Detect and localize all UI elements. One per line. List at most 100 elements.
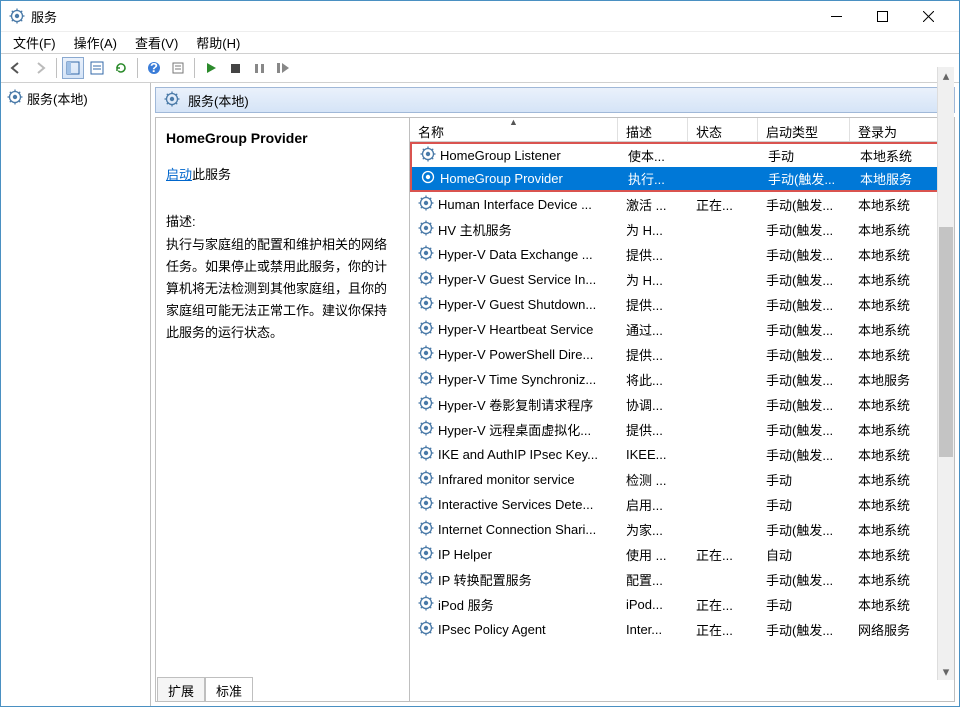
service-row[interactable]: IP Helper使用 ...正在...自动本地系统 — [410, 542, 954, 567]
service-row[interactable]: Hyper-V 远程桌面虚拟化...提供...手动(触发...本地系统 — [410, 417, 954, 442]
minimize-button[interactable] — [813, 1, 859, 31]
service-row[interactable]: HomeGroup Provider执行...手动(触发...本地服务 — [410, 167, 954, 192]
gear-icon — [420, 169, 436, 188]
tree-item-services-local[interactable]: 服务(本地) — [1, 87, 150, 110]
gear-icon — [164, 91, 180, 110]
service-row[interactable]: HV 主机服务为 H...手动(触发...本地系统 — [410, 217, 954, 242]
scroll-down-icon[interactable]: ▾ — [938, 663, 954, 680]
service-start-type: 手动 — [758, 470, 850, 489]
content-pane: 服务(本地) HomeGroup Provider 启动此服务 描述: 执行与家… — [151, 83, 959, 706]
gear-icon — [418, 395, 434, 414]
tab-extended[interactable]: 扩展 — [157, 677, 205, 702]
service-start-type: 手动(触发... — [758, 295, 850, 314]
app-gear-icon — [9, 8, 25, 24]
service-row[interactable]: Hyper-V Heartbeat Service通过...手动(触发...本地… — [410, 317, 954, 342]
service-desc: 执行... — [620, 169, 690, 188]
col-name[interactable]: 名称▲ — [410, 118, 618, 141]
service-start-type: 手动(触发... — [758, 245, 850, 264]
service-row[interactable]: iPod 服务iPod...正在...手动本地系统 — [410, 592, 954, 617]
description-label: 描述: — [166, 211, 399, 230]
service-desc: 使用 ... — [618, 545, 688, 564]
service-name: Hyper-V 远程桌面虚拟化... — [438, 420, 591, 439]
restart-service-button[interactable] — [272, 57, 294, 79]
service-start-type: 手动(触发... — [758, 445, 850, 464]
scroll-up-icon[interactable]: ▴ — [938, 67, 954, 84]
service-name: Hyper-V Time Synchroniz... — [438, 372, 596, 387]
menu-view[interactable]: 查看(V) — [127, 31, 186, 54]
service-name: Human Interface Device ... — [438, 197, 592, 212]
menu-action[interactable]: 操作(A) — [66, 31, 125, 54]
content-header-title: 服务(本地) — [188, 91, 249, 110]
gear-icon — [418, 495, 434, 514]
column-headers: 名称▲ 描述 状态 启动类型 登录为 — [410, 118, 954, 142]
service-name: Hyper-V 卷影复制请求程序 — [438, 395, 593, 414]
service-desc: 提供... — [618, 420, 688, 439]
gear-icon — [418, 620, 434, 639]
col-desc[interactable]: 描述 — [618, 118, 688, 141]
window-title: 服务 — [31, 7, 813, 26]
service-name: IP 转换配置服务 — [438, 570, 532, 589]
service-name: IP Helper — [438, 547, 492, 562]
service-start-type: 手动(触发... — [758, 395, 850, 414]
refresh-button[interactable] — [110, 57, 132, 79]
start-service-button[interactable] — [200, 57, 222, 79]
maximize-button[interactable] — [859, 1, 905, 31]
nav-back-button[interactable] — [5, 57, 27, 79]
service-row[interactable]: HomeGroup Listener使本...手动本地系统 — [410, 142, 954, 167]
scroll-thumb[interactable] — [939, 227, 953, 457]
service-list-pane: 名称▲ 描述 状态 启动类型 登录为 HomeGroup Listener使本.… — [410, 118, 954, 701]
service-row[interactable]: IP 转换配置服务配置...手动(触发...本地系统 — [410, 567, 954, 592]
gear-icon — [418, 570, 434, 589]
service-name: Hyper-V Guest Shutdown... — [438, 297, 596, 312]
service-row[interactable]: Hyper-V Data Exchange ...提供...手动(触发...本地… — [410, 242, 954, 267]
nav-forward-button[interactable] — [29, 57, 51, 79]
gear-icon — [418, 520, 434, 539]
col-status[interactable]: 状态 — [688, 118, 758, 141]
menu-file[interactable]: 文件(F) — [5, 31, 64, 54]
main-split: 服务(本地) 服务(本地) HomeGroup Provider 启动此服务 描… — [1, 83, 959, 706]
service-row[interactable]: Interactive Services Dete...启用...手动本地系统 — [410, 492, 954, 517]
gear-icon — [418, 245, 434, 264]
service-start-type: 手动(触发... — [758, 620, 850, 639]
tab-standard[interactable]: 标准 — [205, 677, 253, 702]
service-row[interactable]: Hyper-V Time Synchroniz...将此...手动(触发...本… — [410, 367, 954, 392]
service-row[interactable]: IPsec Policy AgentInter...正在...手动(触发...网… — [410, 617, 954, 642]
service-row[interactable]: Hyper-V PowerShell Dire...提供...手动(触发...本… — [410, 342, 954, 367]
stop-service-button[interactable] — [224, 57, 246, 79]
pause-service-button[interactable] — [248, 57, 270, 79]
service-desc: 协调... — [618, 395, 688, 414]
service-desc: 激活 ... — [618, 195, 688, 214]
service-name: Hyper-V Data Exchange ... — [438, 247, 593, 262]
service-row[interactable]: Infrared monitor service检测 ...手动本地系统 — [410, 467, 954, 492]
export-list-button[interactable] — [167, 57, 189, 79]
service-row[interactable]: Hyper-V 卷影复制请求程序协调...手动(触发...本地系统 — [410, 392, 954, 417]
service-title: HomeGroup Provider — [166, 130, 399, 146]
service-start-type: 手动(触发... — [760, 169, 852, 188]
gear-icon — [418, 320, 434, 339]
service-name: iPod 服务 — [438, 595, 494, 614]
detail-pane: HomeGroup Provider 启动此服务 描述: 执行与家庭组的配置和维… — [156, 118, 410, 701]
service-desc: IKEE... — [618, 447, 688, 462]
service-row[interactable]: Hyper-V Guest Shutdown...提供...手动(触发...本地… — [410, 292, 954, 317]
service-row[interactable]: IKE and AuthIP IPsec Key...IKEE...手动(触发.… — [410, 442, 954, 467]
start-service-link[interactable]: 启动 — [166, 167, 192, 182]
service-desc: 提供... — [618, 345, 688, 364]
col-start[interactable]: 启动类型 — [758, 118, 850, 141]
service-row[interactable]: Internet Connection Shari...为家...手动(触发..… — [410, 517, 954, 542]
show-hide-tree-button[interactable] — [62, 57, 84, 79]
service-row[interactable]: Human Interface Device ...激活 ...正在...手动(… — [410, 192, 954, 217]
properties-button[interactable] — [86, 57, 108, 79]
tree-pane: 服务(本地) — [1, 83, 151, 706]
service-name: IPsec Policy Agent — [438, 622, 546, 637]
service-start-type: 手动(触发... — [758, 570, 850, 589]
menu-help[interactable]: 帮助(H) — [188, 31, 248, 54]
gear-icon — [418, 195, 434, 214]
service-name: HomeGroup Provider — [440, 171, 563, 186]
help-button[interactable]: ? — [143, 57, 165, 79]
service-desc: 使本... — [620, 146, 690, 165]
vertical-scrollbar[interactable]: ▴ ▾ — [937, 67, 954, 680]
sort-asc-icon: ▲ — [509, 118, 518, 127]
service-row[interactable]: Hyper-V Guest Service In...为 H...手动(触发..… — [410, 267, 954, 292]
service-start-type: 手动(触发... — [758, 345, 850, 364]
close-button[interactable] — [905, 1, 951, 31]
